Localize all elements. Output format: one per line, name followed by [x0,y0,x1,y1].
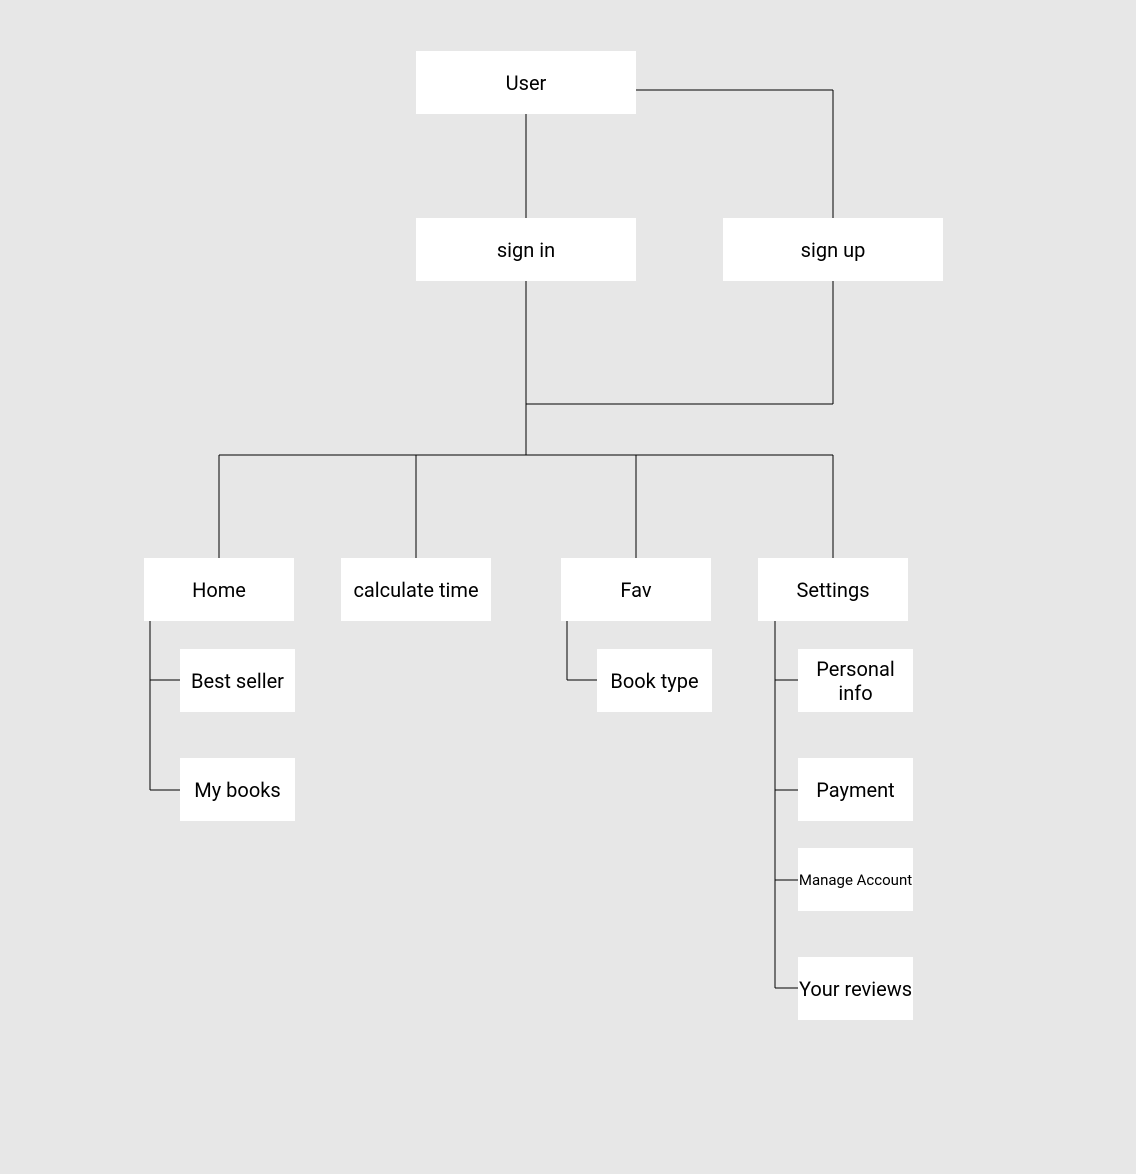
node-payment: Payment [798,758,913,821]
node-sign-up: sign up [723,218,943,281]
node-best-seller-label: Best seller [191,669,284,693]
node-manage-account: Manage Account [798,848,913,911]
node-calculate-time-label: calculate time [353,578,478,602]
node-book-type: Book type [597,649,712,712]
node-personal-info-label: Personal info [798,657,913,705]
node-user-label: User [506,71,547,95]
node-sign-up-label: sign up [801,238,866,262]
node-my-books-label: My books [194,778,280,802]
node-your-reviews: Your reviews [798,957,913,1020]
node-payment-label: Payment [816,778,894,802]
node-fav: Fav [561,558,711,621]
node-home: Home [144,558,294,621]
node-my-books: My books [180,758,295,821]
node-settings-label: Settings [796,578,869,602]
node-settings: Settings [758,558,908,621]
node-user: User [416,51,636,114]
node-sign-in-label: sign in [497,238,555,262]
node-manage-account-label: Manage Account [799,871,912,889]
node-personal-info: Personal info [798,649,913,712]
node-best-seller: Best seller [180,649,295,712]
node-calculate-time: calculate time [341,558,491,621]
node-sign-in: sign in [416,218,636,281]
node-fav-label: Fav [620,578,651,602]
node-book-type-label: Book type [610,669,698,693]
node-home-label: Home [192,578,246,602]
node-your-reviews-label: Your reviews [799,977,912,1001]
